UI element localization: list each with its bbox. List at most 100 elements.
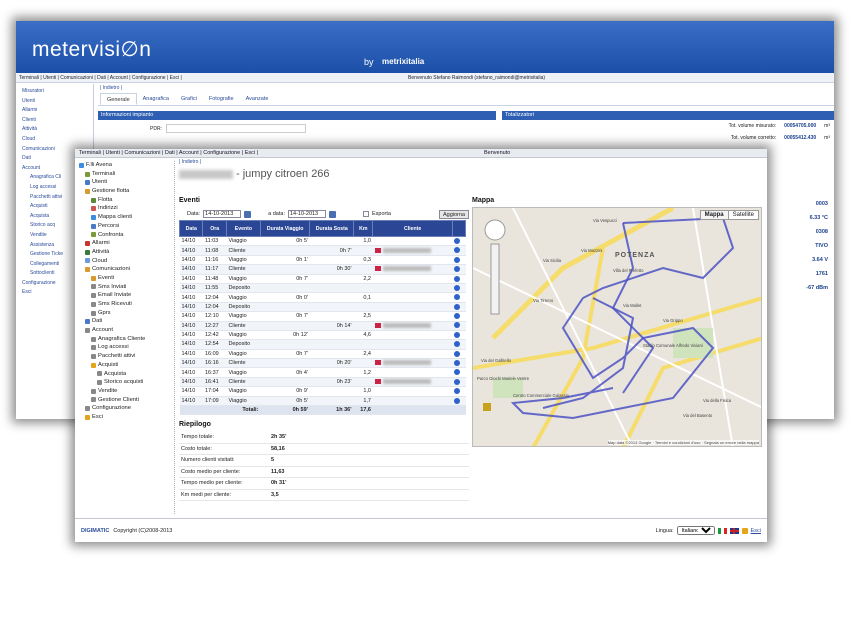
from-date-input[interactable]: 14-10-2013	[203, 210, 242, 218]
back-tab[interactable]: Avanzate	[240, 93, 275, 105]
tree-item[interactable]: Flotta	[79, 196, 174, 205]
info-icon[interactable]	[454, 313, 461, 320]
tree-item[interactable]: Comunicazioni	[79, 265, 174, 274]
map-attribution[interactable]: Map data ©2013 Google · Termini e condiz…	[607, 440, 759, 445]
tree-item[interactable]: Storico acquisti	[79, 378, 174, 387]
tree-item[interactable]: Gprs	[79, 309, 174, 318]
tree-item[interactable]: Cloud	[79, 257, 174, 266]
tree-item[interactable]: Sms Ricevuti	[79, 300, 174, 309]
tree-item[interactable]: Confronta	[79, 231, 174, 240]
info-icon[interactable]	[454, 256, 461, 263]
table-row[interactable]: 14/10 11:16 Viaggio 0h 1' 0,3	[179, 255, 466, 266]
info-icon[interactable]	[454, 341, 461, 348]
table-row[interactable]: 14/10 11:48 Viaggio 0h 7' 2,2	[179, 274, 466, 284]
export-checkbox[interactable]	[362, 211, 369, 217]
pdr-field[interactable]	[165, 124, 306, 133]
table-row[interactable]: 14/10 16:37 Viaggio 0h 4' 1,2	[179, 367, 466, 378]
info-icon[interactable]	[454, 397, 461, 404]
tree-item[interactable]: Dati	[79, 317, 174, 326]
table-row[interactable]: 14/10 16:16 Cliente 0h 20'	[179, 358, 466, 369]
info-icon[interactable]	[454, 322, 461, 329]
tree-item[interactable]: Anagrafica Cliente	[79, 335, 174, 344]
back-menu-bar[interactable]: Terminali | Utenti | Comunicazioni | Dat…	[16, 73, 834, 83]
back-tab[interactable]: Anagrafica	[137, 93, 175, 105]
tree-item[interactable]: Account	[79, 326, 174, 335]
tree-item[interactable]: Acquisti	[79, 361, 174, 370]
refresh-button[interactable]: Aggiorna	[438, 209, 469, 219]
info-icon[interactable]	[454, 331, 461, 338]
back-tab[interactable]: Fotografie	[203, 93, 240, 105]
table-row[interactable]: 14/10 12:42 Viaggio 0h 12' 4,6	[179, 330, 466, 341]
info-icon[interactable]	[454, 294, 461, 301]
table-row[interactable]: 14/10 12:54 Deposito	[179, 339, 466, 350]
tree-item[interactable]: Log accessi	[79, 343, 174, 352]
table-row[interactable]: 14/10 12:04 Deposito	[179, 302, 466, 313]
table-row[interactable]: 14/10 17:09 Viaggio 0h 5' 1,7	[179, 396, 466, 407]
language-select[interactable]: Italiano	[676, 526, 715, 535]
calendar-icon[interactable]	[244, 210, 252, 218]
tree-item[interactable]: Indirizzi	[79, 204, 174, 213]
info-icon[interactable]	[454, 378, 461, 385]
tree-item[interactable]: Configurazione	[79, 404, 174, 413]
back-sidebar-item[interactable]: Utenti	[16, 97, 93, 107]
table-row[interactable]: 14/10 12:10 Viaggio 0h 7' 2,5	[179, 311, 466, 322]
back-tab[interactable]: Generale	[100, 93, 137, 105]
table-cell: 11:48	[202, 274, 227, 284]
tree-item[interactable]: Gestione flotta	[79, 187, 174, 196]
tree-item[interactable]: Esci	[79, 413, 174, 422]
back-tab[interactable]: Grafici	[175, 93, 203, 105]
tree-item[interactable]: Attività	[79, 248, 174, 257]
info-icon[interactable]	[454, 360, 461, 367]
map-type-map-button[interactable]: Mappa	[700, 211, 729, 219]
tree-item[interactable]: Percorsi	[79, 222, 174, 231]
table-row[interactable]: 14/10 11:55 Deposito	[179, 283, 466, 294]
table-row[interactable]: 14/10 12:27 Cliente 0h 14'	[179, 321, 466, 331]
italian-flag-icon[interactable]	[717, 527, 727, 534]
tree-item[interactable]: Vendite	[79, 387, 174, 396]
info-icon[interactable]	[454, 237, 461, 244]
back-menu-items[interactable]: Terminali | Utenti | Comunicazioni | Dat…	[19, 75, 182, 81]
to-date-input[interactable]: 14-10-2013	[287, 210, 326, 218]
back-sidebar-item[interactable]: Cloud	[16, 135, 93, 145]
tree-item[interactable]: Acquista	[79, 370, 174, 379]
tree-item[interactable]: Terminali	[79, 170, 174, 179]
back-sidebar-item[interactable]: Attività	[16, 125, 93, 135]
table-row[interactable]: 14/10 11:17 Cliente 0h 30'	[179, 264, 466, 275]
back-sidebar-item[interactable]: Allarmi	[16, 106, 93, 116]
info-icon[interactable]	[454, 388, 461, 395]
menu-items[interactable]: Terminali | Utenti | Comunicazioni | Dat…	[79, 150, 258, 156]
breadcrumb[interactable]: | Indietro |	[179, 159, 763, 165]
info-icon[interactable]	[454, 369, 461, 376]
info-icon[interactable]	[454, 275, 461, 282]
map-type-control[interactable]: Mappa Satellite	[699, 210, 759, 220]
tree-item[interactable]: Eventi	[79, 274, 174, 283]
uk-flag-icon[interactable]	[729, 527, 739, 534]
tree-item[interactable]: Allarmi	[79, 239, 174, 248]
back-sidebar-item[interactable]: Misuratori	[16, 87, 93, 97]
exit-link[interactable]: Esci	[751, 528, 761, 534]
tree-item[interactable]: Utenti	[79, 178, 174, 187]
table-row[interactable]: 14/10 11:08 Cliente 0h 7'	[179, 245, 466, 256]
back-sidebar-item[interactable]: Clienti	[16, 116, 93, 126]
tree-item[interactable]: Gestione Clienti	[79, 396, 174, 405]
map-type-satellite-button[interactable]: Satellite	[729, 211, 758, 219]
info-icon[interactable]	[454, 284, 461, 291]
tree-item[interactable]: Mappa clienti	[79, 213, 174, 222]
info-icon[interactable]	[454, 350, 461, 357]
tree-item[interactable]: Sms Inviati	[79, 283, 174, 292]
table-row[interactable]: 14/10 16:09 Viaggio 0h 7' 2,4	[179, 349, 466, 360]
table-row[interactable]: 14/10 16:41 Cliente 0h 23'	[179, 377, 466, 388]
calendar-icon[interactable]	[328, 210, 336, 218]
tree-item[interactable]: F.lli Avena	[79, 161, 174, 170]
table-row[interactable]: 14/10 11:03 Viaggio 0h 5' 1,0	[179, 236, 466, 247]
map-canvas[interactable]: POTENZA Via del Gallitello Via Grippo Via …	[472, 207, 762, 447]
info-icon[interactable]	[454, 247, 461, 254]
tree-item[interactable]: Email Inviate	[79, 291, 174, 300]
table-row[interactable]: 14/10 17:04 Viaggio 0h 9' 1,0	[179, 386, 466, 397]
back-breadcrumb[interactable]: | Indietro |	[98, 84, 834, 93]
info-icon[interactable]	[454, 303, 461, 310]
table-row[interactable]: 14/10 12:04 Viaggio 0h 0' 0,1	[179, 292, 466, 303]
menu-bar[interactable]: Terminali | Utenti | Comunicazioni | Dat…	[75, 149, 767, 158]
tree-item[interactable]: Pacchetti attivi	[79, 352, 174, 361]
info-icon[interactable]	[454, 266, 461, 273]
